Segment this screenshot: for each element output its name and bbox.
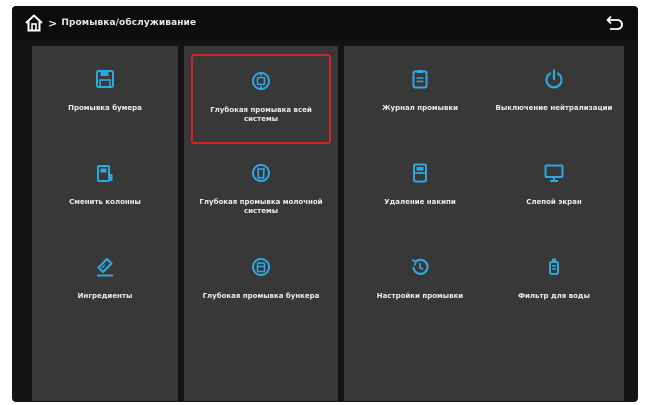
home-icon	[25, 14, 43, 32]
column-icon	[97, 165, 113, 182]
tile-change-columns[interactable]: Сменить колонны	[35, 148, 175, 238]
tile-label: Сменить колонны	[69, 198, 141, 206]
milk-system-icon	[252, 164, 270, 182]
tile-neutralization-off[interactable]: Выключение нейтрализации	[484, 54, 624, 144]
tile-label: Глубокая промывка молочной системы	[199, 198, 323, 215]
monitor-icon	[544, 164, 564, 182]
tile-descaling[interactable]: Удаление накипи	[350, 148, 490, 238]
back-button[interactable]	[602, 10, 628, 36]
tile-rinse-log[interactable]: Журнал промывки	[350, 54, 490, 144]
tile-water-filter[interactable]: Фильтр для воды	[484, 242, 624, 332]
deep-clean-system-icon	[252, 72, 270, 90]
tile-label: Удаление накипи	[384, 198, 456, 206]
tile-label: Глубокая промывка всей системы	[210, 106, 312, 123]
tile-blind-screen[interactable]: Слепой экран	[484, 148, 624, 238]
home-button[interactable]	[20, 9, 48, 37]
tile-deep-clean-milk[interactable]: Глубокая промывка молочной системы	[191, 148, 331, 238]
breadcrumb-current: Промывка/обслуживание	[61, 18, 197, 28]
tile-rinse-settings[interactable]: Настройки промывки	[350, 242, 490, 332]
tile-deep-clean-system[interactable]: Глубокая промывка всей системы	[191, 54, 331, 144]
tile-label: Ингредиенты	[77, 292, 133, 300]
tile-label: Глубокая промывка бункера	[202, 292, 320, 300]
breadcrumb-separator: >	[48, 16, 58, 30]
tile-label: Промывка бумера	[68, 104, 142, 112]
water-filter-icon	[549, 258, 559, 275]
tile-label: Журнал промывки	[381, 104, 459, 112]
back-arrow-icon	[606, 15, 623, 30]
ingredients-icon	[97, 258, 113, 277]
tile-label: Слепой экран	[526, 198, 582, 206]
power-icon	[545, 69, 563, 89]
hopper-icon	[252, 258, 270, 276]
save-icon	[96, 70, 114, 88]
tile-label: Выключение нейтрализации	[495, 104, 613, 112]
tile-ingredients[interactable]: Ингредиенты	[35, 242, 175, 332]
history-settings-icon	[411, 258, 429, 275]
device-screen: > Промывка/обслуживание Промывка бумера	[12, 6, 638, 402]
tile-boiler-rinse[interactable]: Промывка бумера	[35, 54, 175, 144]
descaling-icon	[413, 163, 427, 183]
menu-panels: Промывка бумера Глубокая промывка всей с…	[32, 46, 624, 401]
breadcrumb: > Промывка/обслуживание	[48, 17, 196, 30]
tile-deep-clean-hopper[interactable]: Глубокая промывка бункера	[191, 242, 331, 332]
top-bar: > Промывка/обслуживание	[12, 6, 638, 40]
tile-label: Настройки промывки	[376, 292, 464, 300]
tile-label: Фильтр для воды	[518, 292, 590, 300]
clipboard-log-icon	[412, 70, 428, 89]
